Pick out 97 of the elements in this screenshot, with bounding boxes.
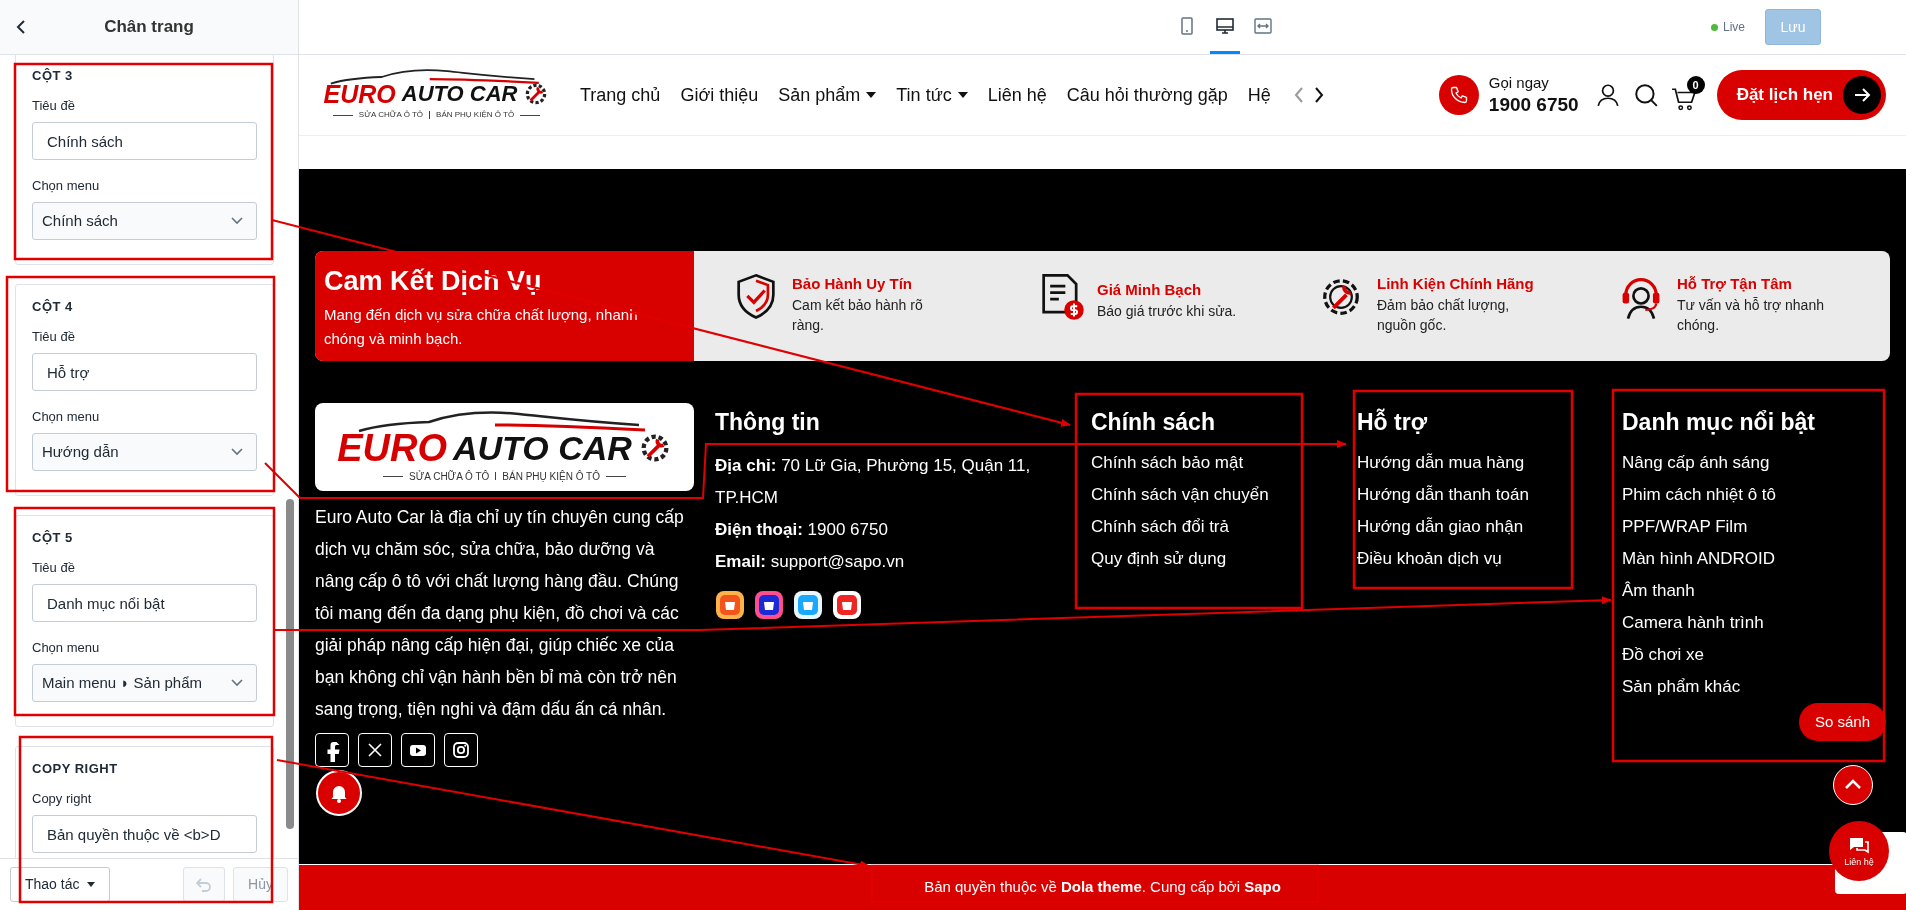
about-text: Euro Auto Car là địa chỉ uy tín chuyên cung cấp dịch vụ chăm sóc, sửa chữa, bảo dưỡng và nâng cấp ô tô với chất lượng hàng đầu. Chúng tôi mang đến đa dạng phụ kiện, đồ chơi và các giải pháp nâng cấp hiện đại, giúp chiếc xe của bạn không chỉ vận hành bền bỉ mà còn trở nên sang trọng, tiện nghi và đậm dấu ấn cá nhân.	[315, 506, 685, 721]
scrollbar-thumb[interactable]	[286, 499, 294, 829]
copyright-text: Bản quyền thuộc về Dola theme. Cung cấp bởi Sapo	[924, 877, 1281, 898]
cart-count-badge: 0	[1686, 76, 1705, 94]
logo-tagline: SỬA CHỮA Ô TÔ	[409, 469, 490, 484]
footer-link[interactable]: Hướng dẫn mua hàng	[1357, 449, 1622, 476]
social-link[interactable]	[358, 733, 392, 767]
social-link[interactable]	[401, 733, 435, 767]
footer-link[interactable]: Chính sách vận chuyển	[1091, 481, 1357, 508]
bell-icon	[329, 783, 349, 803]
caret-down-icon	[957, 92, 968, 98]
footer-link[interactable]: Nâng cấp ánh sáng	[1622, 449, 1890, 476]
contact-line: Email: support@sapo.vn	[715, 550, 906, 573]
footer-link[interactable]: Quy định sử dụng	[1091, 545, 1357, 572]
marketplace-icon[interactable]	[715, 589, 745, 620]
field-label: Chọn menu	[32, 409, 101, 425]
marketplace-icon[interactable]	[754, 589, 784, 620]
commitment-item-text: Tư vấn và hỗ trợ nhanh chóng.	[1677, 296, 1825, 335]
actions-button[interactable]: Thao tác	[10, 867, 111, 902]
menu-select[interactable]: Hướng dẫn	[32, 433, 257, 471]
logo-wordmark: EURO	[337, 428, 447, 467]
footer-link[interactable]: Màn hình ANDROID	[1622, 545, 1890, 572]
logo-wordmark: EURO	[323, 81, 396, 107]
field-label: Copy right	[32, 791, 93, 807]
field-label: Chọn menu	[32, 178, 101, 194]
text-field[interactable]: Chính sách	[32, 122, 257, 160]
footer-link[interactable]: Phim cách nhiệt ô tô	[1622, 481, 1890, 508]
booking-button[interactable]: Đặt lịch hẹn	[1716, 70, 1886, 120]
marketplace-icon[interactable]	[832, 589, 862, 620]
contact-line: Địa chỉ: 70 Lữ Gia, Phường 15, Quận 11, TP.HCM	[715, 454, 1032, 509]
column-title: Danh mục nổi bật	[1622, 408, 1816, 437]
footer-link[interactable]: Chính sách đổi trả	[1091, 513, 1357, 540]
logo-tagline: SỬA CHỮA Ô TÔ	[358, 109, 424, 121]
footer-link[interactable]: Điều khoản dịch vụ	[1357, 545, 1622, 572]
field-label: Tiêu đề	[32, 560, 76, 576]
phone-number[interactable]: 1900 6750	[1488, 92, 1579, 117]
footer-link[interactable]: PPF/WRAP Film	[1622, 513, 1890, 540]
nav-link[interactable]: Sản phẩm	[778, 81, 877, 109]
footer-link[interactable]: Chính sách bảo mật	[1091, 449, 1357, 476]
chat-icon	[1848, 835, 1870, 856]
section-heading: COPY RIGHT	[32, 761, 119, 777]
phone-badge[interactable]	[1438, 75, 1479, 115]
panel-title: Chân trang	[103, 16, 195, 39]
footer-link[interactable]: Sản phẩm khác	[1622, 673, 1890, 700]
phone-icon	[1448, 85, 1469, 105]
contact-line: Điện thoại: 1900 6750	[715, 518, 889, 541]
column-title: Thông tin	[715, 408, 821, 437]
column-title: Hỗ trợ	[1357, 407, 1428, 437]
chevron-left-icon[interactable]	[1292, 86, 1305, 104]
field-label: Tiêu đề	[32, 329, 76, 345]
commitment-item-title: Bảo Hành Uy Tín	[792, 274, 913, 294]
logo-wordmark: AUTO CAR	[401, 83, 518, 105]
social-link[interactable]	[315, 733, 349, 767]
commitment-item-text: Cam kết bảo hành rõ ràng.	[792, 296, 924, 335]
section-heading: CỘT 5	[32, 530, 74, 546]
search-icon[interactable]	[1632, 82, 1659, 108]
logo-wordmark: AUTO CAR	[453, 430, 632, 465]
commitment-item-text: Đảm bảo chất lượng, nguồn gốc.	[1377, 296, 1511, 335]
logo-tagline: BÁN PHỤ KIỆN Ô TÔ	[436, 109, 515, 121]
caret-down-icon	[866, 92, 877, 98]
footer-link[interactable]: Hướng dẫn giao nhận	[1357, 513, 1622, 540]
text-field[interactable]: Hỗ trợ	[32, 353, 257, 391]
nav-link[interactable]: Câu hỏi thường gặp	[1066, 81, 1228, 109]
nav-link[interactable]: Hệ	[1247, 81, 1271, 109]
user-icon[interactable]	[1594, 82, 1621, 108]
expand-width-icon	[1253, 15, 1273, 36]
marketplace-icon[interactable]	[793, 589, 823, 620]
call-label: Gọi ngay	[1488, 73, 1550, 93]
footer-link[interactable]: Hướng dẫn thanh toán	[1357, 481, 1622, 508]
footer-link[interactable]: Âm thanh	[1622, 577, 1890, 604]
text-field[interactable]: Bản quyền thuộc về <b>D	[32, 815, 257, 853]
menu-select[interactable]: Main menu ◗ Sản phẩm	[32, 664, 257, 702]
section-heading: CỘT 3	[32, 68, 74, 84]
field-label: Tiêu đề	[32, 98, 76, 114]
nav-link[interactable]: Tin tức	[896, 81, 968, 109]
caret-down-icon	[87, 882, 96, 887]
commitment-item-title: Giá Minh Bạch	[1097, 280, 1203, 300]
section-heading: CỘT 4	[32, 299, 74, 315]
logo-tagline: BÁN PHỤ KIỆN Ô TÔ	[502, 469, 600, 484]
column-title: Chính sách	[1091, 408, 1216, 437]
commitment-item-title: Hỗ Trợ Tận Tâm	[1677, 274, 1793, 294]
status-label: Live	[1723, 19, 1745, 36]
social-link[interactable]	[444, 733, 478, 767]
chevron-right-icon[interactable]	[1312, 86, 1325, 104]
commitment-item-title: Linh Kiện Chính Hãng	[1377, 274, 1535, 294]
footer-link[interactable]: Đồ chơi xe	[1622, 641, 1890, 668]
footer-link[interactable]: Camera hành trình	[1622, 609, 1890, 636]
nav-link[interactable]: Liên hệ	[987, 81, 1047, 109]
desktop-icon	[1215, 15, 1235, 36]
nav-link[interactable]: Trang chủ	[580, 81, 661, 109]
undo-icon	[196, 877, 213, 892]
menu-select[interactable]: Chính sách	[32, 202, 257, 240]
field-label: Chọn menu	[32, 640, 101, 656]
commitment-text: Mang đến dịch vụ sửa chữa chất lượng, nhanh chóng và minh bạch.	[324, 304, 639, 349]
nav-link[interactable]: Giới thiệu	[680, 81, 759, 109]
commitment-item-text: Báo giá trước khi sửa.	[1097, 302, 1238, 321]
text-field[interactable]: Danh mục nổi bật	[32, 584, 257, 622]
